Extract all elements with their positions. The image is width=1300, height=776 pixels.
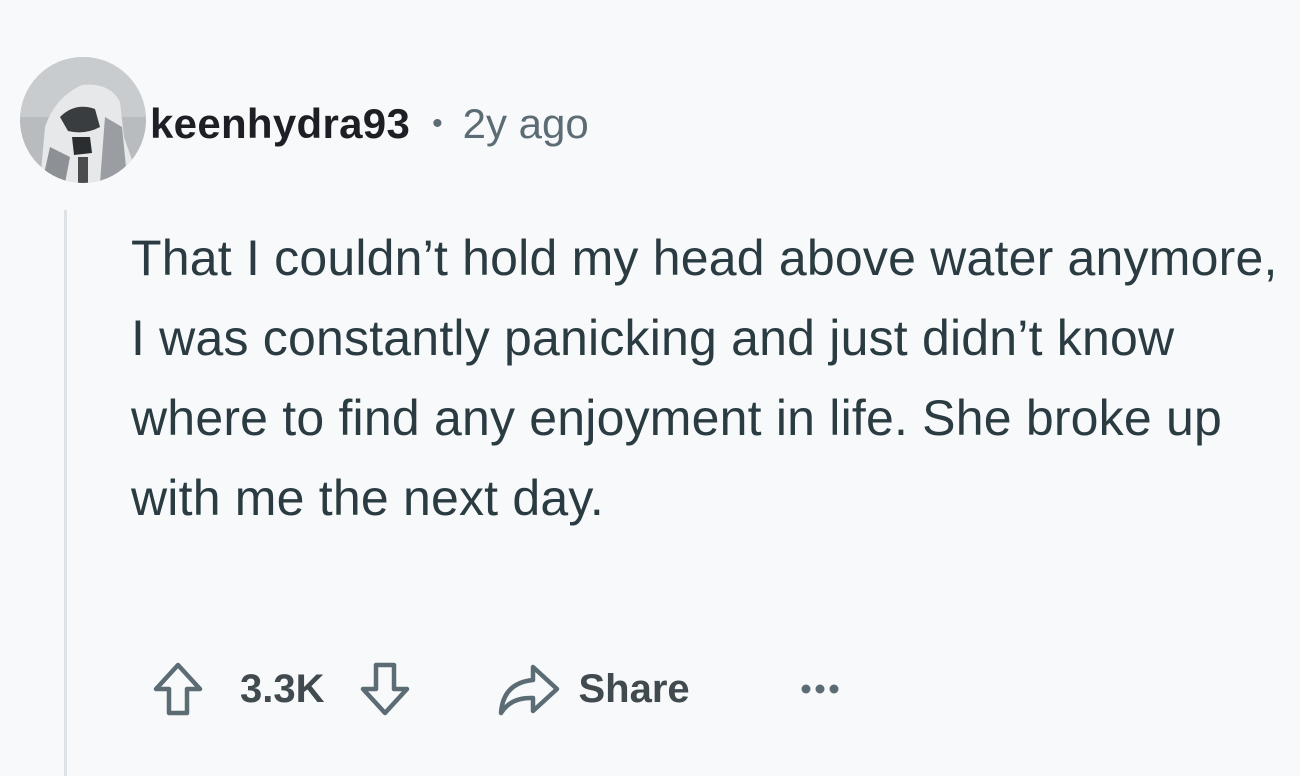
more-options-button[interactable] bbox=[800, 669, 840, 709]
timestamp[interactable]: 2y ago bbox=[463, 100, 589, 148]
comment: keenhydra93 • 2y ago That I couldn’t hol… bbox=[0, 0, 1300, 776]
username-link[interactable]: keenhydra93 bbox=[150, 100, 410, 148]
comment-header: keenhydra93 • 2y ago bbox=[150, 96, 589, 152]
downvote-button[interactable] bbox=[353, 657, 417, 721]
downvote-arrow-icon bbox=[360, 662, 409, 716]
vote-score: 3.3K bbox=[240, 666, 325, 711]
separator-dot: • bbox=[432, 107, 443, 140]
upvote-arrow-icon bbox=[153, 662, 203, 716]
action-bar: 3.3K Share bbox=[146, 656, 840, 722]
upvote-button[interactable] bbox=[146, 657, 210, 721]
stormtrooper-avatar-icon bbox=[20, 57, 146, 183]
avatar[interactable] bbox=[20, 57, 146, 183]
share-label: Share bbox=[578, 666, 690, 711]
thread-line bbox=[64, 210, 67, 776]
ellipsis-icon bbox=[801, 684, 839, 694]
share-button[interactable]: Share bbox=[497, 661, 690, 717]
share-arrow-icon bbox=[498, 664, 559, 716]
comment-body: That I couldn’t hold my head above water… bbox=[131, 230, 1278, 526]
